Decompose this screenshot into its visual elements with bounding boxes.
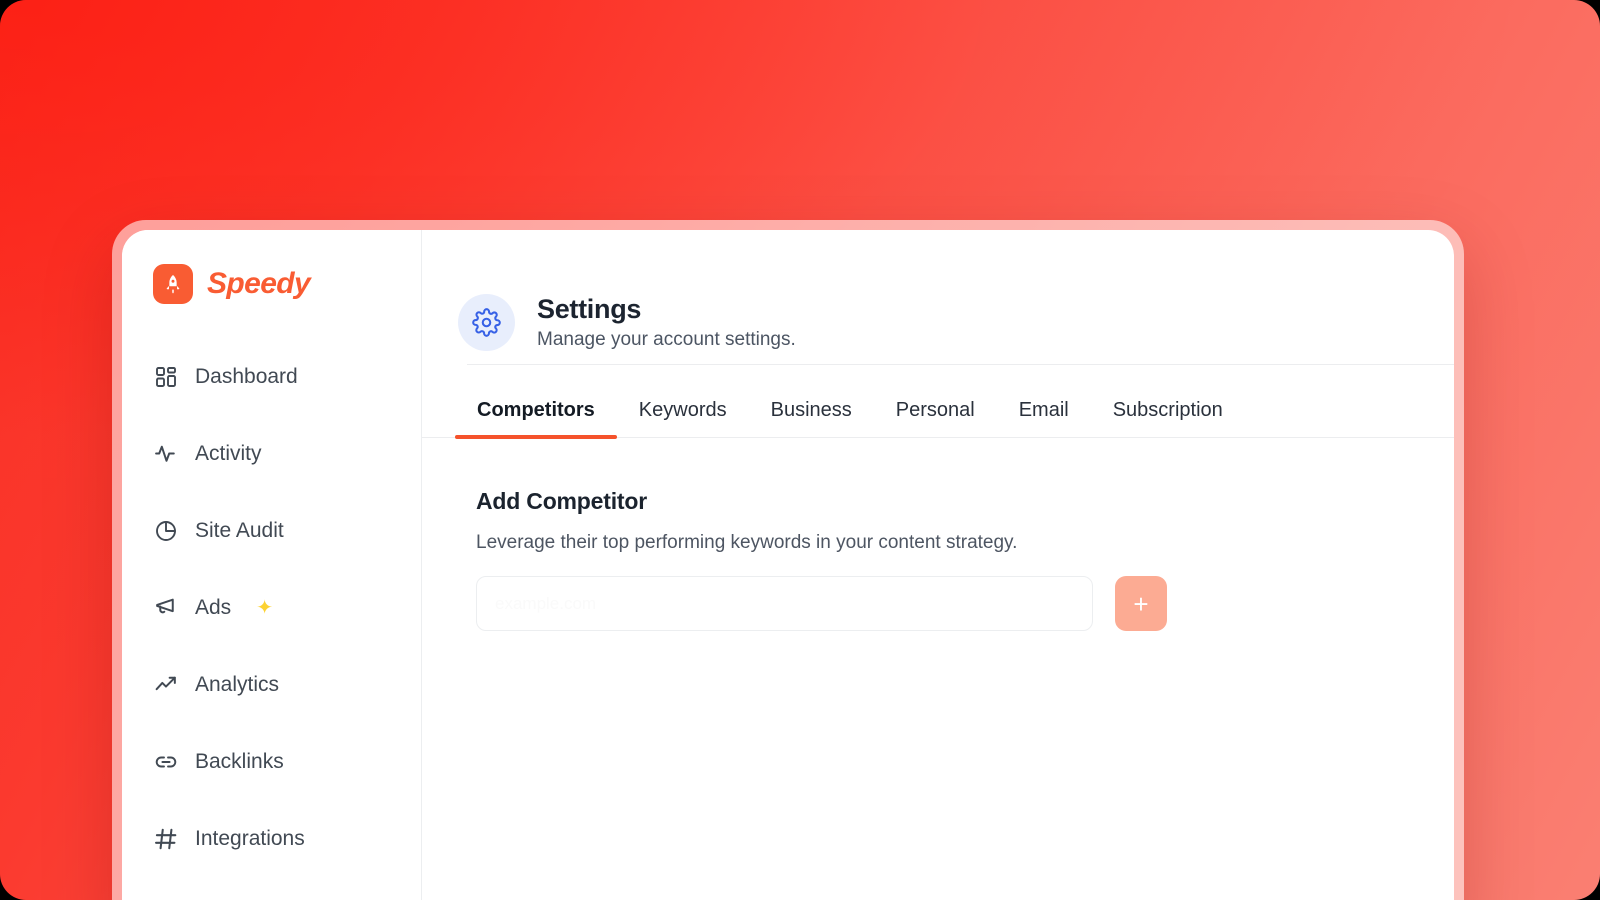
tab-email[interactable]: Email	[997, 389, 1091, 437]
brand-logo[interactable]: Speedy	[122, 264, 421, 304]
main-content: Settings Manage your account settings. C…	[422, 230, 1454, 900]
tab-label: Subscription	[1112, 399, 1223, 421]
hash-icon	[153, 826, 179, 852]
tab-label: Email	[1018, 399, 1069, 421]
trending-up-icon	[153, 672, 179, 698]
dashboard-grid-icon	[153, 364, 179, 390]
sidebar-item-activity[interactable]: Activity	[122, 415, 421, 492]
sidebar-item-analytics[interactable]: Analytics	[122, 646, 421, 723]
add-competitor-button[interactable]: +	[1115, 576, 1167, 631]
panel-subtitle: Leverage their top performing keywords i…	[476, 532, 1018, 553]
sidebar-item-label: Backlinks	[195, 749, 284, 773]
sidebar-nav: Dashboard Activity Site Audit Ads ✦ Anal…	[122, 338, 421, 877]
rocket-icon	[153, 264, 193, 304]
sidebar-item-label: Analytics	[195, 672, 280, 696]
header-divider	[467, 364, 1454, 365]
tab-competitors[interactable]: Competitors	[455, 389, 617, 439]
competitor-input[interactable]	[476, 576, 1093, 631]
app-background: Speedy Dashboard Activity Site Audit Ads…	[0, 0, 1600, 900]
activity-pulse-icon	[153, 441, 179, 467]
sidebar: Speedy Dashboard Activity Site Audit Ads…	[122, 230, 422, 900]
sidebar-item-integrations[interactable]: Integrations	[122, 800, 421, 877]
add-competitor-panel: Add Competitor Leverage their top perfor…	[422, 438, 1454, 631]
add-competitor-row: +	[476, 576, 1454, 631]
megaphone-icon	[153, 595, 179, 621]
page-title: Settings	[537, 293, 642, 324]
page-header-text: Settings Manage your account settings.	[537, 294, 796, 351]
sparkle-icon: ✦	[256, 596, 273, 619]
tab-label: Keywords	[638, 399, 727, 421]
tab-label: Personal	[895, 399, 975, 421]
tab-personal[interactable]: Personal	[874, 389, 997, 437]
tab-subscription[interactable]: Subscription	[1091, 389, 1245, 437]
app-window-ring: Speedy Dashboard Activity Site Audit Ads…	[112, 220, 1464, 900]
page-header: Settings Manage your account settings.	[422, 230, 1454, 364]
tab-label: Competitors	[477, 399, 595, 421]
settings-tabs: Competitors Keywords Business Personal E…	[422, 389, 1454, 439]
sidebar-item-site-audit[interactable]: Site Audit	[122, 492, 421, 569]
sidebar-item-dashboard[interactable]: Dashboard	[122, 338, 421, 415]
sidebar-item-label: Site Audit	[195, 518, 284, 542]
tab-label: Business	[770, 399, 852, 421]
sidebar-item-label: Dashboard	[195, 364, 298, 388]
page-subtitle: Manage your account settings.	[537, 328, 796, 350]
brand-name: Speedy	[207, 267, 311, 300]
sidebar-item-label: Activity	[195, 441, 262, 465]
link-icon	[153, 749, 179, 775]
gear-icon	[458, 293, 515, 351]
sidebar-item-ads[interactable]: Ads ✦	[122, 569, 421, 646]
sidebar-item-label: Integrations	[195, 826, 305, 850]
sidebar-item-backlinks[interactable]: Backlinks	[122, 723, 421, 800]
tab-business[interactable]: Business	[749, 389, 874, 437]
panel-title: Add Competitor	[476, 488, 647, 514]
pie-chart-icon	[153, 518, 179, 544]
sidebar-item-label: Ads	[195, 595, 232, 619]
tab-keywords[interactable]: Keywords	[617, 389, 749, 437]
app-window: Speedy Dashboard Activity Site Audit Ads…	[122, 230, 1454, 900]
